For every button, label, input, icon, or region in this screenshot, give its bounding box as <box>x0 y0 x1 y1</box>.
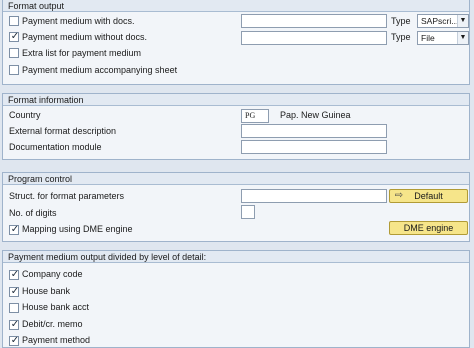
payment-method-checkbox[interactable]: ✓ <box>9 335 20 346</box>
debit-cr-memo-label: Debit/cr. memo <box>22 319 83 329</box>
mapping-dme-label: Mapping using DME engine <box>22 224 133 234</box>
chevron-down-icon: ▼ <box>457 15 468 27</box>
company-code-check: ✓ <box>10 269 20 280</box>
country-code-input[interactable]: PG <box>241 109 269 123</box>
with-docs-form-field[interactable] <box>241 14 387 28</box>
house-bank-check: ✓ <box>10 286 20 297</box>
company-code-checkbox[interactable]: ✓ <box>9 269 20 280</box>
chevron-down-icon: ▼ <box>457 32 468 44</box>
default-button-label: Default <box>414 191 443 201</box>
num-digits-label: No. of digits <box>9 208 57 218</box>
type-select-1-value: SAPscri... <box>421 16 459 26</box>
dme-engine-button-label: DME engine <box>403 223 454 233</box>
mapping-dme-check: ✓ <box>10 224 20 235</box>
program-control-group: Program control Struct. for format param… <box>2 172 470 242</box>
type-select-2[interactable]: File ▼ <box>417 31 469 45</box>
format-information-title: Format information <box>3 94 469 106</box>
payment-with-docs-label: Payment medium with docs. <box>22 16 135 26</box>
extra-list-label: Extra list for payment medium <box>22 48 142 58</box>
payment-with-docs-checkbox[interactable] <box>9 16 19 26</box>
arrow-right-icon: ⇨ <box>394 190 404 201</box>
detail-level-group: Payment medium output divided by level o… <box>2 250 470 348</box>
format-output-group: Format output Payment medium with docs. … <box>2 0 470 85</box>
payment-without-docs-label: Payment medium without docs. <box>22 32 148 42</box>
company-code-label: Company code <box>22 269 83 279</box>
type-label-1: Type <box>391 16 411 26</box>
format-output-title: Format output <box>3 0 469 12</box>
extra-list-checkbox[interactable] <box>9 48 19 58</box>
default-button[interactable]: ⇨ Default <box>389 189 468 203</box>
doc-module-label: Documentation module <box>9 142 102 152</box>
type-select-2-value: File <box>421 33 435 43</box>
payment-method-label: Payment method <box>22 335 91 345</box>
struct-format-params-input[interactable] <box>241 189 387 203</box>
format-information-group: Format information Country PG Pap. New G… <box>2 93 470 160</box>
ext-format-desc-input[interactable] <box>241 124 387 138</box>
without-docs-form-field[interactable] <box>241 31 387 45</box>
debit-cr-memo-check: ✓ <box>10 319 20 330</box>
payment-method-check: ✓ <box>10 335 20 346</box>
accompanying-sheet-checkbox[interactable] <box>9 65 19 75</box>
detail-level-title: Payment medium output divided by level o… <box>3 251 469 263</box>
accompanying-sheet-label: Payment medium accompanying sheet <box>22 65 178 75</box>
doc-module-input[interactable] <box>241 140 387 154</box>
num-digits-input[interactable] <box>241 205 255 219</box>
type-select-1[interactable]: SAPscri... ▼ <box>417 14 469 28</box>
ext-format-desc-label: External format description <box>9 126 117 136</box>
program-control-title: Program control <box>3 173 469 185</box>
house-bank-checkbox[interactable]: ✓ <box>9 286 20 297</box>
payment-without-docs-check: ✓ <box>10 31 20 42</box>
dme-engine-button[interactable]: DME engine <box>389 221 468 235</box>
type-label-2: Type <box>391 32 411 42</box>
debit-cr-memo-checkbox[interactable]: ✓ <box>9 319 20 330</box>
house-bank-label: House bank <box>22 286 71 296</box>
mapping-dme-checkbox[interactable]: ✓ <box>9 224 20 235</box>
house-bank-acct-label: House bank acct <box>22 302 90 312</box>
country-label: Country <box>9 110 41 120</box>
country-name-text: Pap. New Guinea <box>280 110 351 120</box>
struct-format-params-label: Struct. for format parameters <box>9 191 125 201</box>
payment-without-docs-checkbox[interactable]: ✓ <box>9 31 20 42</box>
house-bank-acct-checkbox[interactable] <box>9 303 19 313</box>
